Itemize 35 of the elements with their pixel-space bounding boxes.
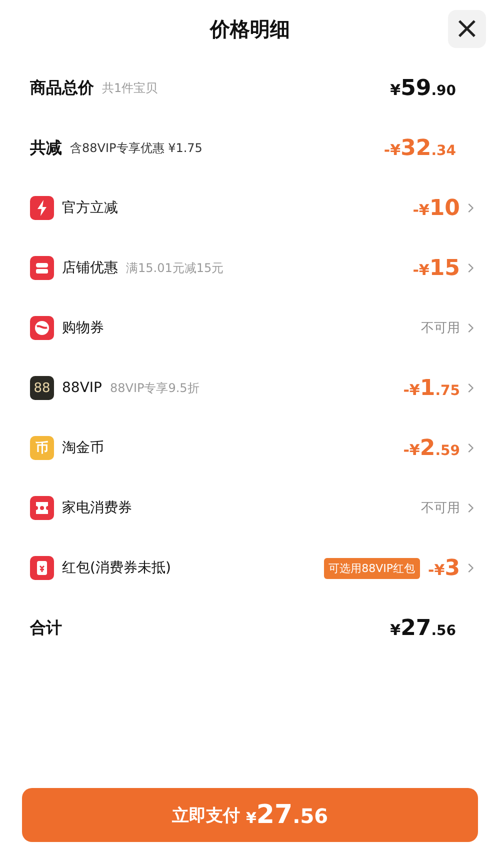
- row-label: 购物券: [62, 319, 104, 337]
- row-label: 合计: [30, 618, 62, 638]
- row-label: 红包(消费券未抵): [62, 559, 171, 577]
- vip-icon: 88: [30, 376, 54, 400]
- price-amount: -¥32.34: [384, 136, 456, 160]
- price-amount: -¥3: [428, 556, 460, 580]
- price-amount: -¥10: [412, 196, 460, 220]
- price-amount: -¥15: [412, 256, 460, 280]
- row-label: 家电消费券: [62, 499, 132, 517]
- row-note: 共1件宝贝: [102, 80, 158, 96]
- sheet-title: 价格明细: [210, 16, 290, 42]
- promo-badge[interactable]: 可选用88VIP红包: [324, 558, 420, 578]
- row-label: 88VIP: [62, 380, 102, 396]
- envelope-icon: [30, 556, 54, 580]
- price-amount: -¥1.75: [403, 376, 460, 400]
- price-amount: ¥27.56: [390, 616, 456, 640]
- close-button[interactable]: ×: [448, 10, 486, 48]
- price-amount: ¥59.90: [390, 76, 456, 100]
- coupon-icon: [30, 316, 54, 340]
- row-label: 淘金币: [62, 439, 104, 457]
- row-note: 含88VIP专享优惠 ¥1.75: [70, 140, 202, 156]
- row-note: 88VIP专享9.5折: [110, 380, 200, 396]
- price-amount: -¥2.59: [403, 436, 460, 460]
- ticket-icon: [30, 496, 54, 520]
- pay-button[interactable]: 立即支付 ¥27.56: [22, 788, 478, 842]
- row-label: 共减: [30, 138, 62, 158]
- row-label: 官方立减: [62, 199, 118, 217]
- status-text: 不可用: [421, 500, 460, 517]
- coin-icon: 币: [30, 436, 54, 460]
- row-note: 满15.01元减15元: [126, 260, 224, 276]
- status-text: 不可用: [421, 320, 460, 337]
- row-label: 店铺优惠: [62, 259, 118, 277]
- row-label: 商品总价: [30, 78, 94, 98]
- lightning-icon: [30, 196, 54, 220]
- shop-icon: [30, 256, 54, 280]
